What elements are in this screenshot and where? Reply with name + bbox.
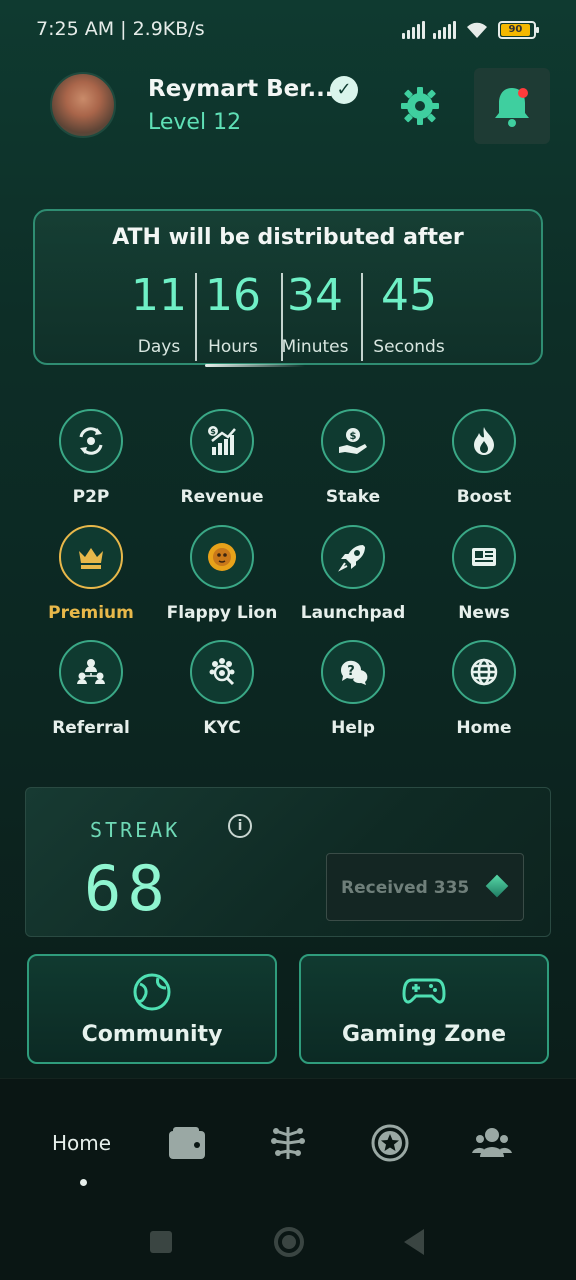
status-icons: 90	[402, 20, 539, 40]
globe-icon	[452, 640, 516, 704]
menu-item-home[interactable]: Home	[419, 640, 549, 738]
menu-label: Home	[456, 718, 512, 738]
countdown-label: Hours	[208, 337, 258, 357]
signal-icon	[402, 21, 425, 39]
countdown-divider	[195, 273, 197, 361]
countdown-label: Minutes	[281, 337, 349, 357]
countdown-title: ATH will be distributed after	[112, 225, 464, 250]
countdown-hours: 16 Hours	[201, 270, 265, 358]
menu-label: Referral	[52, 718, 130, 738]
streak-title: STREAK	[90, 818, 181, 842]
menu-item-kyc[interactable]: KYC	[157, 640, 287, 738]
received-button[interactable]: Received 335	[326, 853, 524, 921]
countdown-value: 45	[381, 270, 437, 321]
svg-text:?: ?	[347, 664, 355, 679]
referral-icon	[59, 640, 123, 704]
home-system-icon[interactable]	[274, 1227, 304, 1257]
gaming-zone-button[interactable]: Gaming Zone	[299, 954, 549, 1064]
notification-dot	[518, 88, 528, 98]
gear-icon	[401, 87, 439, 125]
notification-button[interactable]	[474, 68, 550, 144]
rocket-icon	[321, 525, 385, 589]
signal-icon-2	[433, 21, 456, 39]
countdown-value: 11	[131, 270, 187, 321]
back-icon[interactable]	[404, 1229, 424, 1255]
countdown-days: 11 Days	[127, 270, 191, 358]
countdown-label: Seconds	[373, 337, 445, 357]
gamepad-icon	[402, 978, 446, 1004]
help-icon: ?	[321, 640, 385, 704]
menu-item-help[interactable]: ? Help	[288, 640, 418, 738]
user-level: Level 12	[148, 110, 242, 135]
news-icon	[452, 525, 516, 589]
wifi-icon	[467, 22, 487, 38]
bottom-nav: Home	[0, 1078, 576, 1198]
countdown-progress	[205, 364, 305, 367]
menu-item-flappy-lion[interactable]: Flappy Lion	[157, 525, 287, 623]
countdown-seconds: 45 Seconds	[367, 270, 451, 358]
svg-text:$: $	[350, 431, 357, 442]
countdown-value: 34	[287, 270, 343, 321]
revenue-icon: $	[190, 409, 254, 473]
lion-icon	[190, 525, 254, 589]
settings-button[interactable]	[398, 84, 442, 128]
countdown-minutes: 34 Minutes	[275, 270, 355, 358]
earth-icon	[133, 973, 171, 1011]
community-people-icon[interactable]	[472, 1123, 512, 1163]
community-label: Community	[81, 1022, 223, 1047]
streak-card: STREAK i 68 Received 335	[25, 787, 551, 937]
bell-icon	[495, 88, 529, 127]
menu-label: Launchpad	[300, 603, 406, 623]
status-time: 7:25 AM | 2.9KB/s	[36, 18, 205, 40]
menu-label: Stake	[325, 487, 381, 507]
crown-icon	[59, 525, 123, 589]
received-label: Received 335	[341, 878, 470, 898]
menu-item-boost[interactable]: Boost	[419, 409, 549, 507]
menu-item-p2p[interactable]: P2P	[26, 409, 156, 507]
menu-item-premium[interactable]: Premium	[26, 525, 156, 623]
stake-icon: $	[321, 409, 385, 473]
community-button[interactable]: Community	[27, 954, 277, 1064]
recent-apps-icon[interactable]	[150, 1231, 172, 1253]
nav-active-indicator	[80, 1179, 87, 1186]
status-bar: 7:25 AM | 2.9KB/s 90	[0, 0, 576, 62]
menu-label: P2P	[72, 487, 110, 507]
username[interactable]: Reymart Ber...	[148, 76, 334, 102]
countdown-divider	[361, 273, 363, 361]
menu-item-news[interactable]: News	[419, 525, 549, 623]
star-badge-icon[interactable]	[370, 1123, 410, 1163]
menu-label: KYC	[203, 718, 241, 738]
menu-label: Boost	[456, 487, 512, 507]
gaming-zone-label: Gaming Zone	[341, 1022, 507, 1047]
countdown-value: 16	[205, 270, 261, 321]
diamond-icon	[485, 874, 509, 898]
system-nav-bar	[0, 1198, 576, 1280]
menu-label: Flappy Lion	[166, 603, 278, 623]
battery-level: 90	[501, 24, 530, 36]
stake-tree-icon[interactable]	[268, 1123, 308, 1163]
verified-icon: ✓	[330, 76, 358, 104]
battery-icon: 90	[498, 21, 539, 39]
menu-label: Revenue	[180, 487, 264, 507]
menu-item-referral[interactable]: Referral	[26, 640, 156, 738]
boost-icon	[452, 409, 516, 473]
menu-label: Help	[331, 718, 375, 738]
distribution-countdown: ATH will be distributed after 11 Days 16…	[33, 209, 543, 365]
p2p-icon	[59, 409, 123, 473]
menu-label: News	[458, 603, 510, 623]
menu-item-revenue[interactable]: $ Revenue	[157, 409, 287, 507]
wallet-icon[interactable]	[167, 1123, 207, 1163]
menu-label: Premium	[48, 603, 134, 623]
kyc-icon	[190, 640, 254, 704]
svg-text:$: $	[210, 427, 216, 436]
menu-item-launchpad[interactable]: Launchpad	[288, 525, 418, 623]
info-icon[interactable]: i	[228, 814, 252, 838]
countdown-label: Days	[137, 337, 181, 357]
nav-home[interactable]: Home	[52, 1131, 111, 1155]
avatar[interactable]	[50, 72, 116, 138]
menu-item-stake[interactable]: $ Stake	[288, 409, 418, 507]
streak-value: 68	[84, 852, 171, 925]
